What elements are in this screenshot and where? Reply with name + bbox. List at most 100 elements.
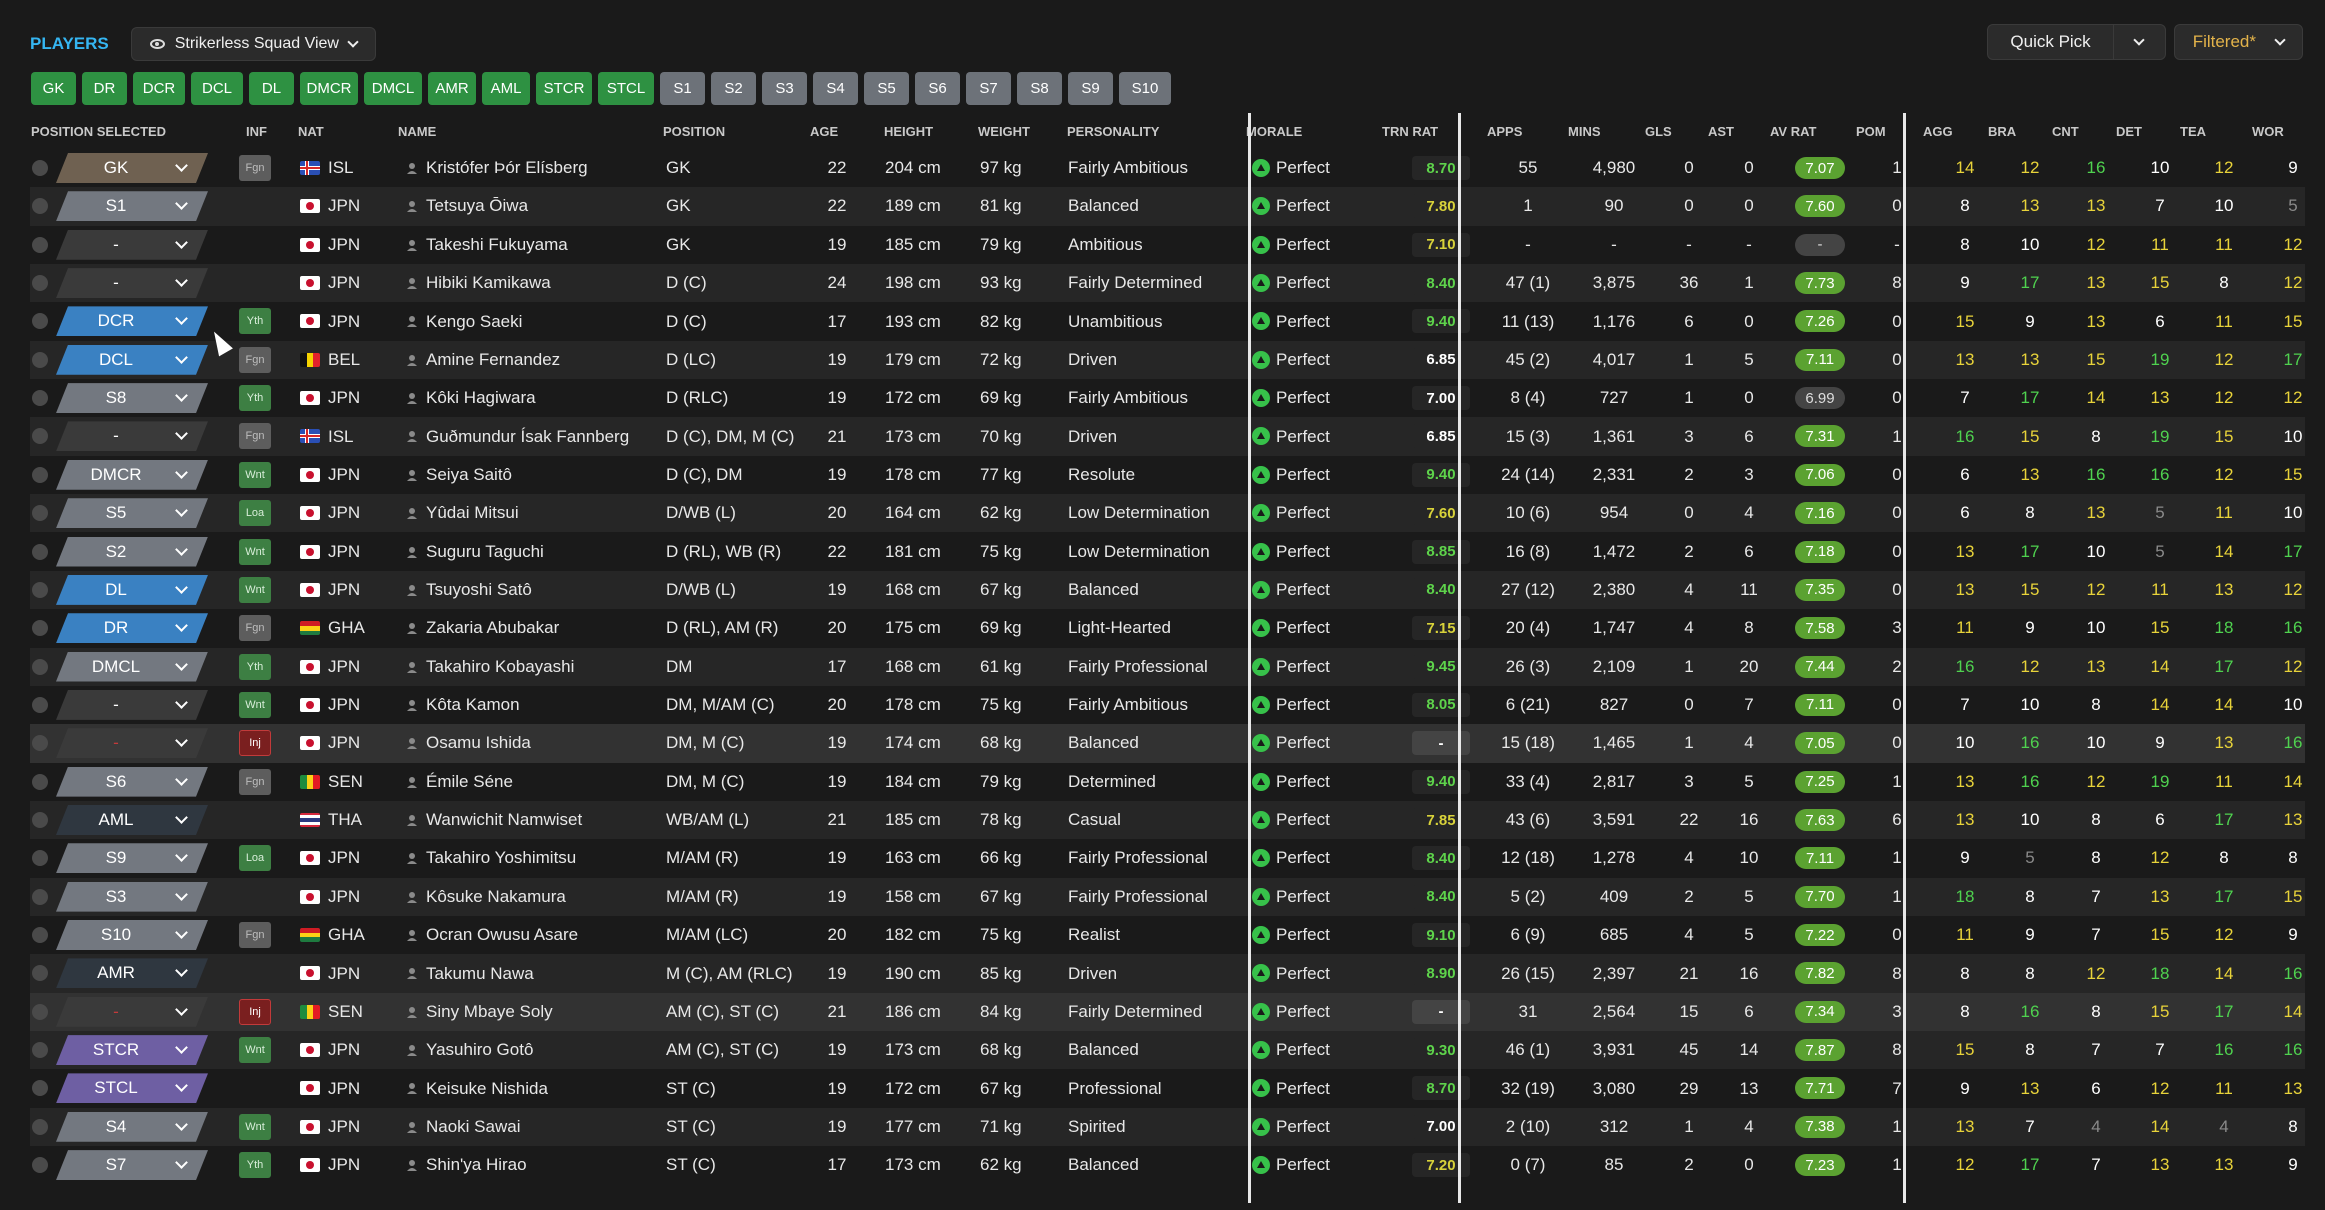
info-badge[interactable]: Fgn	[239, 346, 271, 373]
player-name[interactable]: Tsuyoshi Satô	[426, 571, 532, 609]
position-chip-dmcr[interactable]: DMCR	[300, 72, 358, 105]
row-checkbox[interactable]	[32, 160, 48, 176]
row-checkbox[interactable]	[32, 1080, 48, 1097]
column-header-inf[interactable]: INF	[246, 124, 267, 140]
column-header-trn-rat[interactable]: TRN RAT	[1382, 124, 1438, 140]
column-header-position[interactable]: POSITION	[663, 124, 725, 140]
row-checkbox[interactable]	[32, 198, 48, 215]
slot-chip-s1[interactable]: S1	[660, 72, 705, 105]
position-chip-dr[interactable]: DR	[82, 72, 127, 105]
player-name[interactable]: Guðmundur Ísak Fannberg	[426, 417, 629, 455]
player-name[interactable]: Siny Mbaye Soly	[426, 993, 553, 1031]
table-row[interactable]: - Inj SEN Siny Mbaye Soly AM (C), ST (C) 21 18…	[30, 992, 2305, 1031]
column-header-tea[interactable]: TEA	[2180, 124, 2206, 140]
slot-chip-s10[interactable]: S10	[1119, 72, 1171, 105]
player-name[interactable]: Keisuke Nishida	[426, 1069, 548, 1107]
row-checkbox[interactable]	[32, 275, 48, 292]
info-badge[interactable]: Wnt	[239, 1037, 271, 1064]
table-row[interactable]: DL Wnt JPN Tsuyoshi Satô D/WB (L) 19 168 cm 67 …	[30, 570, 2305, 610]
column-header-gls[interactable]: GLS	[1645, 124, 1672, 140]
position-select-dropdown[interactable]: -	[56, 268, 208, 298]
player-name[interactable]: Seiya Saitô	[426, 456, 512, 494]
column-header-personality[interactable]: PERSONALITY	[1067, 124, 1159, 140]
player-name[interactable]: Takeshi Fukuyama	[426, 226, 568, 264]
position-select-dropdown[interactable]: -	[56, 728, 208, 758]
table-row[interactable]: S1 JPN Tetsuya Ōiwa GK 22 189 cm 81 kg Balanced…	[30, 187, 2305, 226]
position-select-dropdown[interactable]: S9	[56, 843, 208, 873]
quick-pick-button[interactable]: Quick Pick	[1987, 24, 2166, 60]
table-row[interactable]: S8 Yth JPN Kôki Hagiwara D (RLC) 19 172 cm 69 k…	[30, 379, 2305, 417]
column-header-weight[interactable]: WEIGHT	[978, 124, 1030, 140]
row-checkbox[interactable]	[32, 428, 48, 445]
position-select-dropdown[interactable]: DCR	[56, 306, 208, 336]
table-row[interactable]: - JPN Hibiki Kamikawa D (C) 24 198 cm 93 kg Fai…	[30, 264, 2305, 303]
position-select-dropdown[interactable]: -	[56, 230, 208, 260]
slot-chip-s5[interactable]: S5	[864, 72, 909, 105]
player-name[interactable]: Yasuhiro Gotô	[426, 1031, 533, 1069]
row-checkbox[interactable]	[32, 812, 48, 828]
position-chip-dcl[interactable]: DCL	[191, 72, 243, 105]
info-badge[interactable]: Fgn	[239, 768, 271, 795]
position-select-dropdown[interactable]: GK	[56, 153, 208, 183]
table-row[interactable]: DCL Fgn BEL Amine Fernandez D (LC) 19 179 cm 72…	[30, 340, 2305, 380]
position-select-dropdown[interactable]: S3	[56, 882, 208, 912]
row-checkbox[interactable]	[32, 1003, 48, 1020]
player-name[interactable]: Suguru Taguchi	[426, 533, 544, 571]
table-row[interactable]: S7 Yth JPN Shin'ya Hirao ST (C) 17 173 cm 62 kg…	[30, 1146, 2305, 1184]
position-select-dropdown[interactable]: S7	[56, 1150, 208, 1180]
info-badge[interactable]: Yth	[239, 385, 271, 412]
column-header-height[interactable]: HEIGHT	[884, 124, 933, 140]
slot-chip-s2[interactable]: S2	[711, 72, 756, 105]
position-select-dropdown[interactable]: STCL	[56, 1073, 208, 1103]
view-selector-button[interactable]: Strikerless Squad View	[130, 27, 376, 61]
player-name[interactable]: Hibiki Kamikawa	[426, 264, 551, 302]
column-header-agg[interactable]: AGG	[1923, 124, 1953, 140]
slot-chip-s4[interactable]: S4	[813, 72, 858, 105]
position-select-dropdown[interactable]: DL	[56, 575, 208, 605]
column-header-age[interactable]: AGE	[810, 124, 838, 140]
table-row[interactable]: S4 Wnt JPN Naoki Sawai ST (C) 19 177 cm 71 kg Sp…	[30, 1107, 2305, 1147]
player-name[interactable]: Takahiro Kobayashi	[426, 648, 574, 686]
player-name[interactable]: Kôta Kamon	[426, 686, 520, 724]
position-select-dropdown[interactable]: STCR	[56, 1035, 208, 1065]
column-header-wor[interactable]: WOR	[2252, 124, 2284, 140]
table-row[interactable]: STCR Wnt JPN Yasuhiro Gotô AM (C), ST (C) 19 1…	[30, 1031, 2305, 1070]
column-header-cnt[interactable]: CNT	[2052, 124, 2079, 140]
info-badge[interactable]: Loa	[239, 845, 271, 872]
row-checkbox[interactable]	[32, 927, 48, 943]
info-badge[interactable]: Yth	[239, 308, 271, 335]
info-badge[interactable]: Yth	[239, 1152, 271, 1179]
position-select-dropdown[interactable]: -	[56, 421, 208, 451]
table-row[interactable]: AMR JPN Takumu Nawa M (C), AM (RLC) 19 190 cm…	[30, 954, 2305, 993]
player-name[interactable]: Takumu Nawa	[426, 954, 534, 992]
column-header-mins[interactable]: MINS	[1568, 124, 1601, 140]
position-chip-stcl[interactable]: STCL	[598, 72, 654, 105]
info-badge[interactable]: Fgn	[239, 922, 271, 948]
player-name[interactable]: Wanwichit Namwiset	[426, 801, 582, 839]
table-row[interactable]: - Fgn ISL Guðmundur Ísak Fannberg D (C), DM,…	[30, 417, 2305, 456]
position-select-dropdown[interactable]: DCL	[56, 345, 208, 375]
info-badge[interactable]: Wnt	[239, 538, 271, 565]
position-select-dropdown[interactable]: -	[56, 690, 208, 720]
position-chip-aml[interactable]: AML	[482, 72, 530, 105]
position-chip-stcr[interactable]: STCR	[536, 72, 592, 105]
player-name[interactable]: Zakaria Abubakar	[426, 609, 559, 647]
info-badge[interactable]: Wnt	[239, 1113, 271, 1140]
slot-chip-s9[interactable]: S9	[1068, 72, 1113, 105]
row-checkbox[interactable]	[32, 1118, 48, 1135]
info-badge[interactable]: Wnt	[239, 691, 271, 718]
column-header-nat[interactable]: NAT	[298, 124, 324, 140]
position-chip-dmcl[interactable]: DMCL	[364, 72, 422, 105]
info-badge[interactable]: Fgn	[239, 155, 271, 181]
row-checkbox[interactable]	[32, 1157, 48, 1174]
row-checkbox[interactable]	[32, 965, 48, 982]
player-name[interactable]: Tetsuya Ōiwa	[426, 187, 528, 225]
position-select-dropdown[interactable]: S6	[56, 767, 208, 797]
slot-chip-s7[interactable]: S7	[966, 72, 1011, 105]
position-select-dropdown[interactable]: -	[56, 997, 208, 1027]
position-select-dropdown[interactable]: S5	[56, 498, 208, 528]
column-header-bra[interactable]: BRA	[1988, 124, 2016, 140]
table-row[interactable]: - Inj JPN Osamu Ishida DM, M (C) 19 174 cm 68 k…	[30, 724, 2305, 763]
player-name[interactable]: Kengo Saeki	[426, 302, 522, 340]
position-select-dropdown[interactable]: AMR	[56, 958, 208, 988]
